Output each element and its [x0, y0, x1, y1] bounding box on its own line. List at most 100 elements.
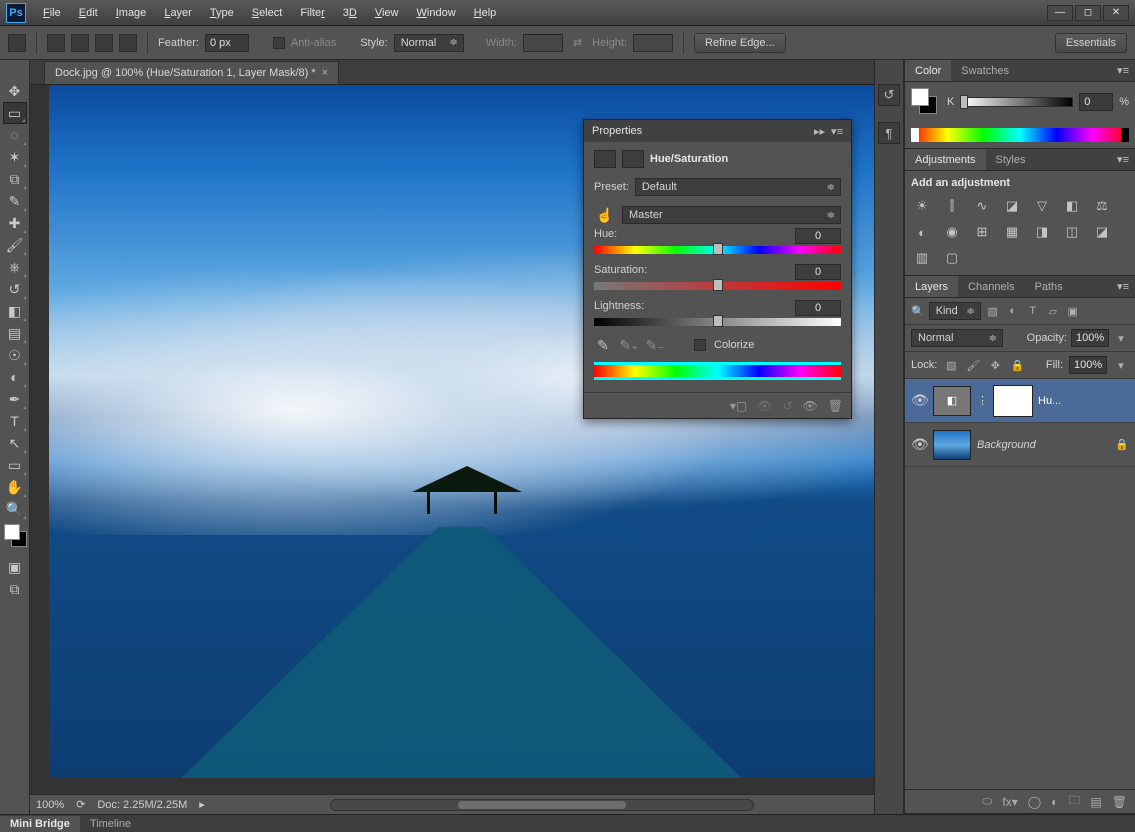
new-layer-icon[interactable]: ▤	[1090, 795, 1101, 809]
levels-adj-icon[interactable]: ⫿	[941, 197, 963, 215]
hue-sat-adj-icon[interactable]: ◧	[1061, 197, 1083, 215]
layer-row[interactable]: 👁 Background 🔒	[905, 423, 1135, 467]
history-panel-icon[interactable]: ↺	[878, 84, 900, 106]
colorize-checkbox[interactable]	[694, 339, 706, 351]
hue-range-spectrum[interactable]	[594, 362, 841, 380]
collapse-panel-icon[interactable]: ▸▸	[814, 125, 825, 138]
color-tab[interactable]: Color	[905, 60, 951, 81]
horizontal-scrollbar[interactable]	[330, 797, 754, 812]
current-tool-icon[interactable]	[8, 34, 26, 52]
layer-name[interactable]: Hu...	[1038, 395, 1129, 407]
opacity-input[interactable]	[1071, 329, 1109, 347]
preset-select[interactable]: Default	[635, 178, 841, 196]
style-select[interactable]: Normal	[394, 34, 464, 52]
pen-tool[interactable]: ✒	[3, 388, 27, 410]
swatches-tab[interactable]: Swatches	[951, 60, 1019, 81]
window-maximize-button[interactable]: ◻	[1075, 5, 1101, 21]
delete-layer-icon[interactable]: 🗑	[1112, 795, 1127, 809]
link-layers-icon[interactable]: ⬭	[982, 794, 992, 809]
doc-info[interactable]: Doc: 2.25M/2.25M	[97, 799, 187, 811]
lock-transparent-icon[interactable]: ▧	[943, 358, 959, 372]
opacity-flyout-icon[interactable]: ▾	[1113, 331, 1129, 345]
layer-row[interactable]: 👁 ◧ ⋮ Hu...	[905, 379, 1135, 423]
window-close-button[interactable]: ✕	[1103, 5, 1129, 21]
close-tab-icon[interactable]: ×	[322, 67, 328, 79]
lock-position-icon[interactable]: ✥	[987, 358, 1003, 372]
adjustments-panel-menu-icon[interactable]: ▾≡	[1111, 153, 1135, 166]
filter-pixel-icon[interactable]: ▧	[985, 304, 1001, 318]
color-panel-menu-icon[interactable]: ▾≡	[1111, 64, 1135, 77]
color-spectrum[interactable]	[911, 128, 1129, 142]
hue-slider[interactable]	[594, 246, 841, 254]
menu-window[interactable]: Window	[408, 4, 465, 22]
panel-menu-icon[interactable]: ▾≡	[831, 125, 843, 138]
new-fill-adj-icon[interactable]: ◐	[1051, 795, 1058, 809]
dodge-tool[interactable]: ◐	[3, 366, 27, 388]
panel-fgbg-colors[interactable]	[911, 88, 939, 116]
workspace-switcher[interactable]: Essentials	[1055, 33, 1127, 53]
adjustment-thumb[interactable]: ◧	[933, 386, 971, 416]
fill-flyout-icon[interactable]: ▾	[1113, 358, 1129, 372]
fill-input[interactable]	[1069, 356, 1107, 374]
styles-tab[interactable]: Styles	[986, 149, 1036, 170]
k-slider[interactable]	[962, 97, 1073, 107]
add-mask-icon[interactable]: ◯	[1028, 795, 1041, 809]
mini-bridge-tab[interactable]: Mini Bridge	[0, 816, 80, 832]
menu-edit[interactable]: Edit	[70, 4, 107, 22]
clip-to-layer-icon[interactable]: ▾▢	[730, 399, 747, 413]
layer-fx-icon[interactable]: fx▾	[1002, 795, 1017, 809]
eyedropper-tool[interactable]: ✎	[3, 190, 27, 212]
layers-panel-menu-icon[interactable]: ▾≡	[1111, 280, 1135, 293]
menu-type[interactable]: Type	[201, 4, 243, 22]
layers-tab[interactable]: Layers	[905, 276, 958, 297]
eyedropper-icon[interactable]: ✎	[594, 336, 612, 354]
feather-input[interactable]	[205, 34, 249, 52]
invert-adj-icon[interactable]: ◨	[1031, 223, 1053, 241]
shape-tool[interactable]: ▭	[3, 454, 27, 476]
path-select-tool[interactable]: ↖	[3, 432, 27, 454]
menu-filter[interactable]: Filter	[291, 4, 333, 22]
subtract-selection-icon[interactable]	[95, 34, 113, 52]
threshold-adj-icon[interactable]: ◪	[1091, 223, 1113, 241]
doc-info-flyout-icon[interactable]: ▸	[199, 798, 205, 811]
timeline-tab[interactable]: Timeline	[80, 816, 141, 832]
filter-shape-icon[interactable]: ▱	[1045, 304, 1061, 318]
toggle-visibility-icon[interactable]: 👁	[803, 399, 818, 413]
intersect-selection-icon[interactable]	[119, 34, 137, 52]
adjustments-tab[interactable]: Adjustments	[905, 149, 986, 170]
new-group-icon[interactable]: 🗀	[1068, 791, 1080, 812]
quick-select-tool[interactable]: ✶	[3, 146, 27, 168]
swap-wh-icon[interactable]: ⇄	[573, 36, 582, 49]
targeted-adjustment-icon[interactable]: ☝	[594, 208, 616, 222]
eyedropper-subtract-icon[interactable]: ✎₋	[646, 336, 664, 354]
delete-adjustment-icon[interactable]: 🗑	[828, 399, 843, 413]
brush-tool[interactable]: 🖌	[3, 234, 27, 256]
vibrance-adj-icon[interactable]: ▽	[1031, 197, 1053, 215]
history-brush-tool[interactable]: ↺	[3, 278, 27, 300]
new-selection-icon[interactable]	[47, 34, 65, 52]
brightness-adj-icon[interactable]: ☀	[911, 197, 933, 215]
filter-adj-icon[interactable]: ◐	[1005, 304, 1021, 318]
blend-mode-select[interactable]: Normal	[911, 329, 1003, 347]
photo-filter-adj-icon[interactable]: ◉	[941, 223, 963, 241]
document-tab[interactable]: Dock.jpg @ 100% (Hue/Saturation 1, Layer…	[44, 61, 339, 84]
refine-edge-button[interactable]: Refine Edge...	[694, 33, 786, 53]
foreground-color[interactable]	[4, 524, 20, 540]
channels-tab[interactable]: Channels	[958, 276, 1024, 297]
blur-tool[interactable]: ☉	[3, 344, 27, 366]
crop-tool[interactable]: ⧉	[3, 168, 27, 190]
gradient-map-adj-icon[interactable]: ▥	[911, 249, 933, 267]
selective-color-adj-icon[interactable]: ▢	[941, 249, 963, 267]
visibility-toggle-icon[interactable]: 👁	[911, 392, 927, 409]
hue-input[interactable]	[795, 228, 841, 244]
menu-layer[interactable]: Layer	[155, 4, 201, 22]
lasso-tool[interactable]: ◌	[3, 124, 27, 146]
lightness-input[interactable]	[795, 300, 841, 316]
color-lookup-adj-icon[interactable]: ▦	[1001, 223, 1023, 241]
window-minimize-button[interactable]: —	[1047, 5, 1073, 21]
hand-tool[interactable]: ✋	[3, 476, 27, 498]
layer-name[interactable]: Background	[977, 439, 1109, 451]
zoom-tool[interactable]: 🔍	[3, 498, 27, 520]
k-value-input[interactable]	[1079, 93, 1113, 111]
lightness-slider[interactable]	[594, 318, 841, 326]
